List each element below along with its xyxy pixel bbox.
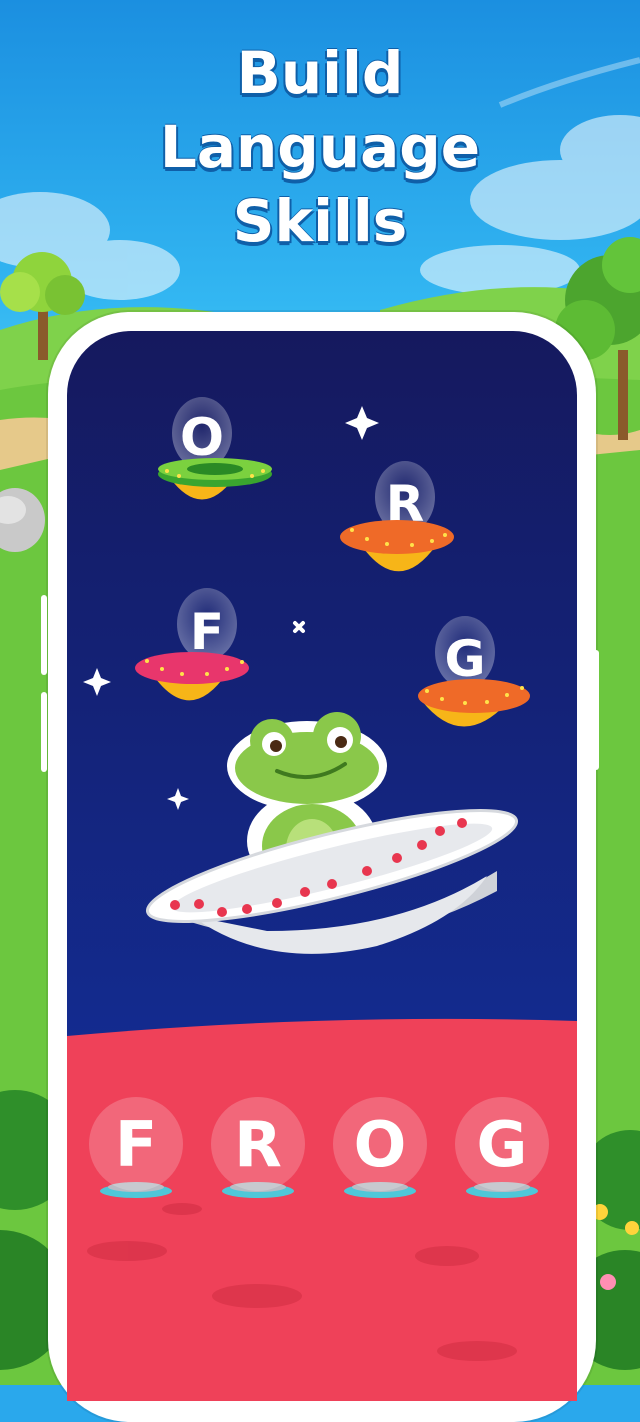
- game-scene: O R F G F R O G: [67, 331, 577, 1401]
- game-screen: O R F G F R O G: [67, 331, 577, 1401]
- headline: Build Language Skills: [0, 36, 640, 258]
- headline-line-3: Skills: [232, 187, 408, 255]
- headline-line-2: Language: [159, 113, 481, 181]
- answer-letter-3: O: [354, 1108, 407, 1181]
- answer-letter-4: G: [477, 1108, 528, 1181]
- headline-line-1: Build: [236, 39, 404, 107]
- phone-volume-down-button: [41, 692, 47, 772]
- phone-power-button: [593, 650, 599, 770]
- phone-volume-up-button: [41, 595, 47, 675]
- answer-letter-1: F: [115, 1108, 157, 1181]
- answer-letter-2: R: [234, 1108, 282, 1181]
